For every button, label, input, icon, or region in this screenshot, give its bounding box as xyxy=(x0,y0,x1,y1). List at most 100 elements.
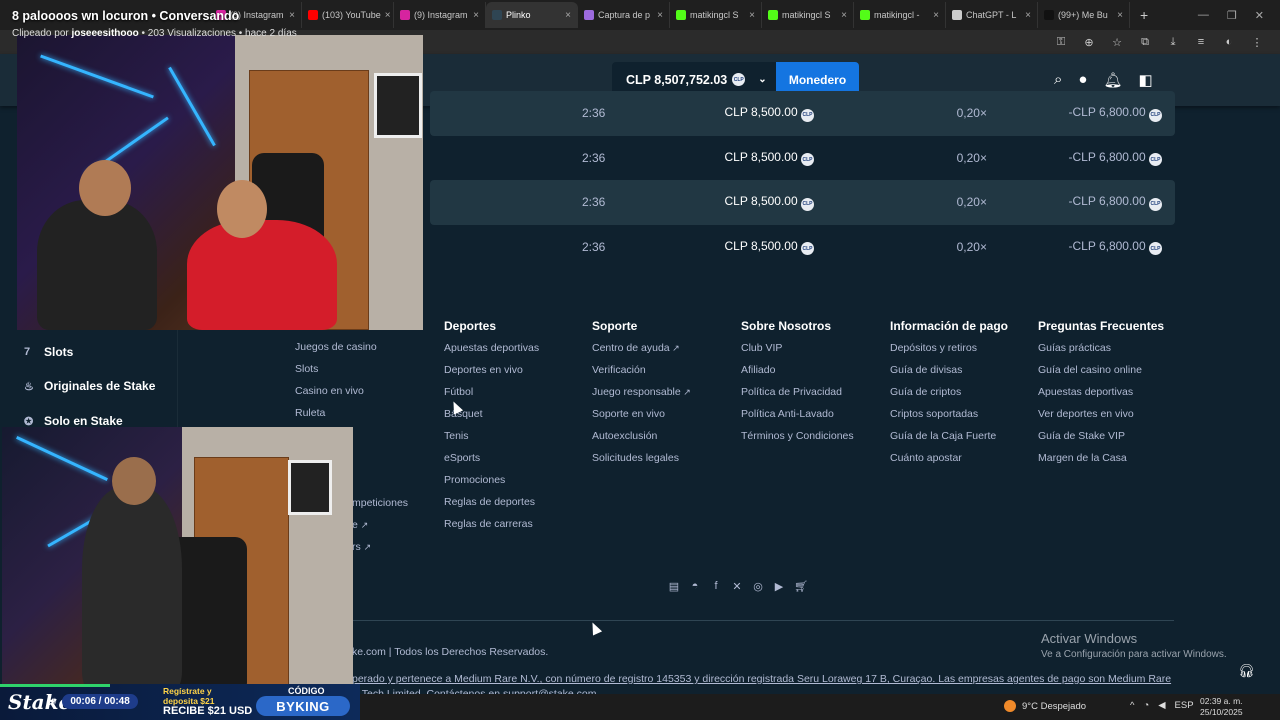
footer-link[interactable]: Soporte en vivo xyxy=(592,408,737,430)
footer-link[interactable]: Tenis xyxy=(444,430,589,452)
footer-link[interactable]: Juego responsable ↗ xyxy=(592,386,737,408)
footer-link[interactable]: Promociones xyxy=(444,474,589,496)
video-progress-bar[interactable] xyxy=(0,684,110,687)
clipper-username[interactable]: joseeesithooo xyxy=(71,28,138,39)
download-icon[interactable]: ⤓ xyxy=(1166,36,1180,49)
close-icon[interactable]: ✕ xyxy=(1255,9,1264,22)
footer-link[interactable]: eSports xyxy=(444,452,589,474)
zoom-icon[interactable]: ⊕ xyxy=(1082,36,1096,49)
bet-row[interactable]: 2:36 CLP 8,500.00 CLP 0,20× -CLP 6,800.00 C… xyxy=(430,180,1175,225)
footer-link[interactable]: Afiliado xyxy=(741,364,886,386)
bet-row[interactable]: 2:36 CLP 8,500.00 CLP 0,20× -CLP 6,800.00 C… xyxy=(430,136,1175,181)
browser-tab[interactable]: (103) YouTube × xyxy=(302,2,394,28)
user-icon[interactable]: ● xyxy=(1078,71,1087,89)
tab-close-icon[interactable]: × xyxy=(473,10,479,21)
taskbar-clock[interactable]: 02:39 a. m. 25/10/2025 xyxy=(1200,696,1243,718)
live-support-icon[interactable]: 🎧︎ xyxy=(1238,663,1255,679)
browser-tab[interactable]: (9) Instagram × xyxy=(394,2,486,28)
footer-link[interactable]: Guía de criptos xyxy=(890,386,1035,408)
tab-close-icon[interactable]: × xyxy=(749,10,755,21)
network-icon[interactable]: ◔ xyxy=(1143,700,1149,711)
tray-overflow-icon[interactable]: ^ xyxy=(1130,700,1134,711)
sidebar-item-slots[interactable]: 7 Slots xyxy=(24,345,73,359)
star-icon[interactable]: ☆ xyxy=(1110,36,1124,49)
footer-link[interactable]: Apuestas deportivas xyxy=(444,342,589,364)
tab-close-icon[interactable]: × xyxy=(385,10,391,21)
browser-tab[interactable]: matikingcl S × xyxy=(762,2,854,28)
footer-link[interactable]: mpeticiones xyxy=(352,497,412,519)
tab-close-icon[interactable]: × xyxy=(841,10,847,21)
footer-link[interactable]: Depósitos y retiros xyxy=(890,342,1035,364)
discord-icon[interactable]: ◓ xyxy=(689,580,701,593)
footer-link[interactable]: Guía del casino online xyxy=(1038,364,1183,386)
facebook-icon[interactable]: f xyxy=(710,580,722,593)
instagram-icon[interactable]: ◎ xyxy=(752,580,764,593)
footer-link[interactable]: Reglas de carreras xyxy=(444,518,589,540)
tab-close-icon[interactable]: × xyxy=(289,10,295,21)
footer-link[interactable]: Casino en vivo xyxy=(295,385,440,407)
bet-row[interactable]: 2:36 CLP 8,500.00 CLP 0,20× -CLP 6,800.00 C… xyxy=(430,225,1175,270)
footer-link[interactable]: Cuánto apostar xyxy=(890,452,1035,474)
sidebar-item-originals[interactable]: ♨ Originales de Stake xyxy=(24,379,155,393)
sidebar-toggle-icon[interactable]: ◧ xyxy=(1139,71,1153,89)
minimize-icon[interactable]: — xyxy=(1198,9,1209,22)
footer-link[interactable]: Solicitudes legales xyxy=(592,452,737,474)
tab-close-icon[interactable]: × xyxy=(565,10,571,21)
footer-link[interactable]: Política de Privacidad xyxy=(741,386,886,408)
restore-icon[interactable]: ❐ xyxy=(1227,9,1237,22)
footer-link[interactable]: Guías prácticas xyxy=(1038,342,1183,364)
footer-link[interactable]: Ver deportes en vivo xyxy=(1038,408,1183,430)
key-icon[interactable]: ⚿ xyxy=(1054,36,1068,49)
footer-link[interactable]: Slots xyxy=(295,363,440,385)
footer-link[interactable]: Reglas de deportes xyxy=(444,496,589,518)
footer-link[interactable]: Criptos soportadas xyxy=(890,408,1035,430)
youtube-icon[interactable]: ▶ xyxy=(773,580,785,593)
x-twitter-icon[interactable]: ✕ xyxy=(731,580,743,593)
footer-link[interactable]: Ruleta xyxy=(295,407,440,429)
tab-close-icon[interactable]: × xyxy=(1025,10,1031,21)
speaker-icon[interactable]: ◀ xyxy=(1158,700,1165,711)
footer-link[interactable]: e ↗ xyxy=(352,519,412,541)
footer-link[interactable]: Guía de Stake VIP xyxy=(1038,430,1183,452)
footer-link[interactable]: Política Anti-Lavado xyxy=(741,408,886,430)
tab-close-icon[interactable]: × xyxy=(933,10,939,21)
browser-tab[interactable]: (99+) Me Bu × xyxy=(1038,2,1130,28)
tab-close-icon[interactable]: × xyxy=(657,10,663,21)
volume-icon[interactable]: 🔊︎ xyxy=(50,696,56,707)
footer-link[interactable]: Términos y Condiciones xyxy=(741,430,886,452)
browser-tab[interactable]: matikingcl S × xyxy=(670,2,762,28)
browser-tab[interactable]: Plinko × xyxy=(486,2,578,28)
profile-icon[interactable]: ◐ xyxy=(1222,36,1236,48)
search-icon[interactable]: ⌕ xyxy=(1054,71,1062,89)
sidebar-item-exclusives[interactable]: ✪ Solo en Stake xyxy=(24,414,123,428)
extensions-icon[interactable]: ⧉ xyxy=(1138,36,1152,49)
menu-icon[interactable]: ⋮ xyxy=(1250,36,1264,49)
browser-tab[interactable]: matikingcl - × xyxy=(854,2,946,28)
shop-cart-icon[interactable]: 🛒︎ xyxy=(794,580,808,593)
footer-link[interactable]: Margen de la Casa xyxy=(1038,452,1183,474)
notification-bell-icon[interactable]: 🔔︎ xyxy=(1103,71,1122,89)
language-indicator[interactable]: ESP xyxy=(1175,700,1194,711)
footer-link[interactable]: Fútbol xyxy=(444,386,589,408)
footer-link[interactable]: Guía de la Caja Fuerte xyxy=(890,430,1035,452)
footer-link[interactable]: Juegos de casino xyxy=(295,341,440,363)
weather-widget[interactable]: 9°C Despejado xyxy=(1004,700,1086,712)
footer-link[interactable]: Apuestas deportivas xyxy=(1038,386,1183,408)
promo-line: Regístrate y xyxy=(163,686,212,696)
footer-link[interactable]: Básquet xyxy=(444,408,589,430)
footer-link[interactable]: Guía de divisas xyxy=(890,364,1035,386)
reading-list-icon[interactable]: ≡ xyxy=(1194,36,1208,48)
clp-coin-icon: CLP xyxy=(801,108,814,122)
new-tab-button[interactable]: + xyxy=(1130,7,1158,23)
footer-link[interactable]: Club VIP xyxy=(741,342,886,364)
browser-tab[interactable]: ChatGPT - L × xyxy=(946,2,1038,28)
browser-tab[interactable]: Captura de p × xyxy=(578,2,670,28)
footer-link[interactable]: Autoexclusión xyxy=(592,430,737,452)
footer-link[interactable]: rs ↗ xyxy=(352,541,412,563)
footer-link[interactable]: Verificación xyxy=(592,364,737,386)
footer-link[interactable]: Centro de ayuda ↗ xyxy=(592,342,737,364)
bet-row[interactable]: 2:36 CLP 8,500.00 CLP 0,20× -CLP 6,800.00 C… xyxy=(430,91,1175,136)
tab-close-icon[interactable]: × xyxy=(1117,10,1123,21)
footer-link[interactable]: Deportes en vivo xyxy=(444,364,589,386)
blog-icon[interactable]: ▤ xyxy=(668,580,680,593)
